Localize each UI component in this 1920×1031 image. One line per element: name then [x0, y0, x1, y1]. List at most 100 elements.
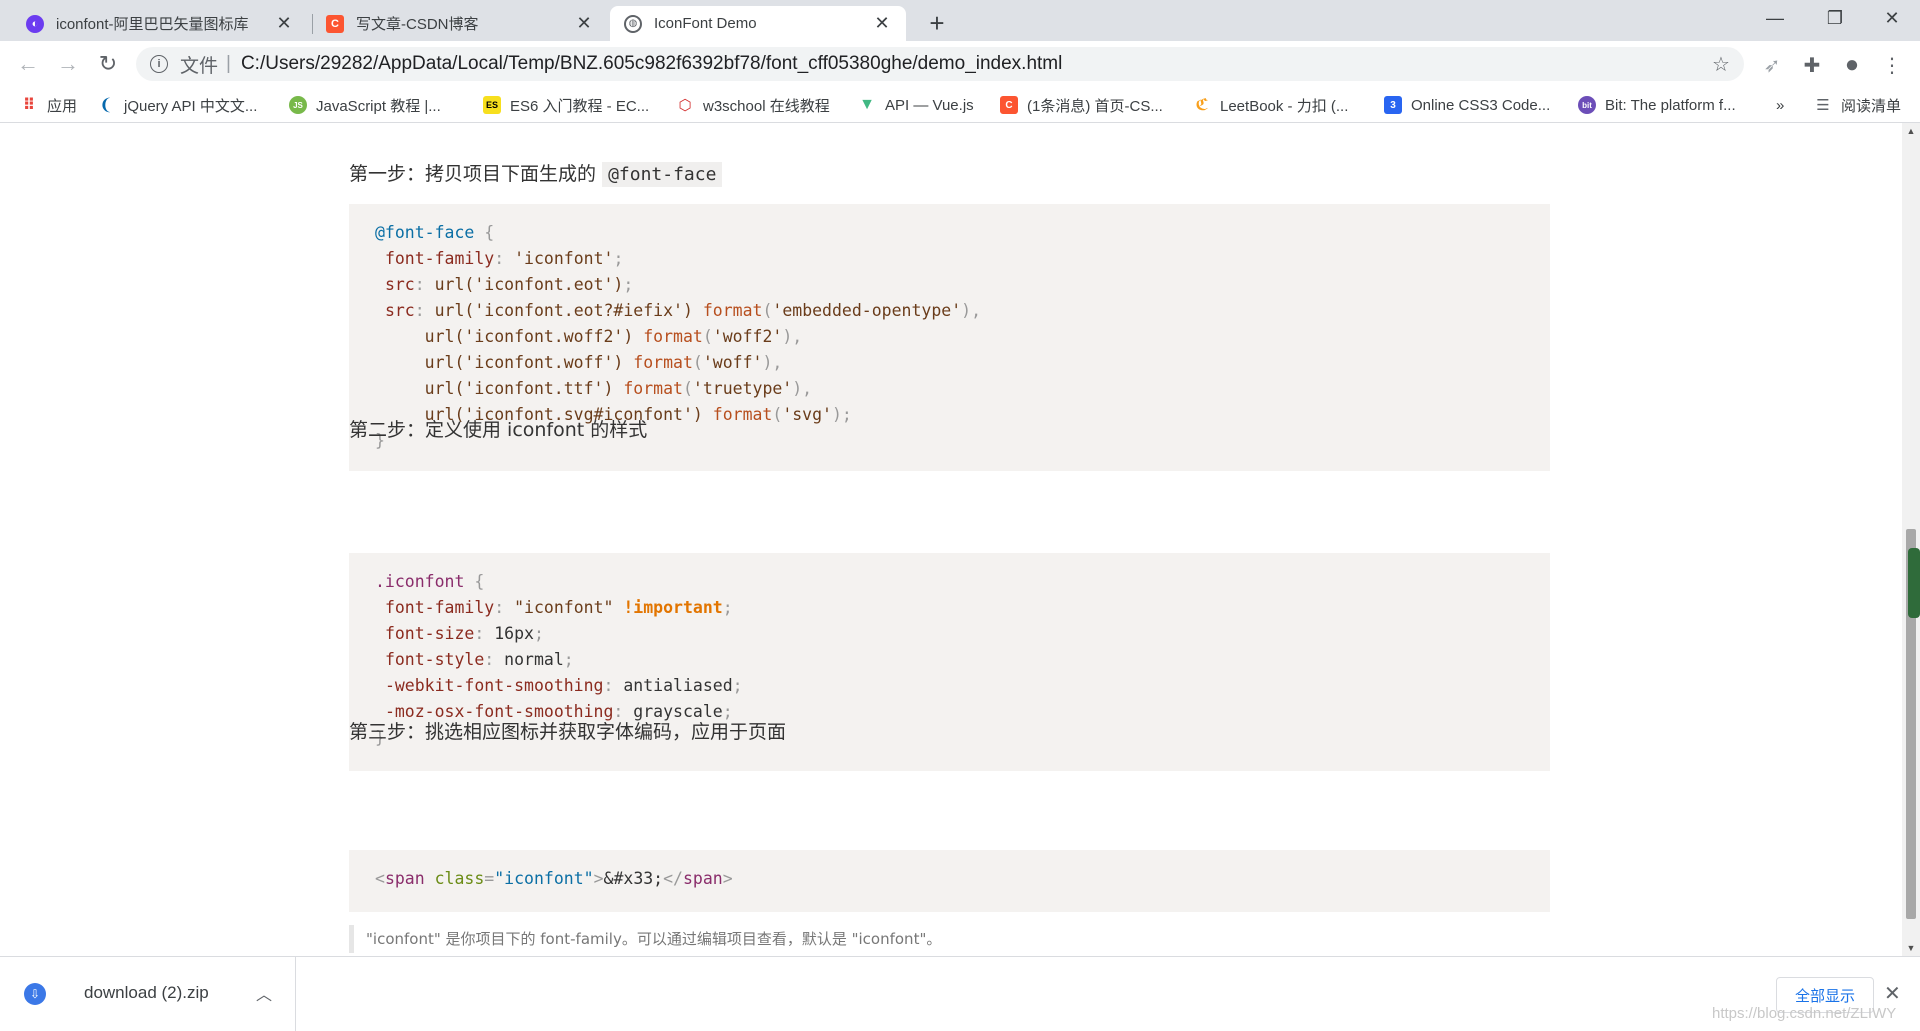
csdn-icon: C	[1000, 96, 1018, 114]
profile-avatar-icon[interactable]: ●	[1838, 51, 1866, 79]
code-token: format	[623, 379, 683, 398]
separator: |	[226, 53, 231, 74]
bookmark-label: Online CSS3 Code...	[1411, 96, 1551, 114]
code-token: !important	[623, 598, 723, 617]
bookmarks-bar: ⠿ 应用 ❨ jQuery API 中文文... JS JavaScript 教…	[0, 87, 1920, 123]
code-token: antialiased	[623, 676, 733, 695]
chevron-up-icon[interactable]: ︿	[256, 981, 272, 1005]
code-token: 'truetype'	[692, 379, 793, 398]
bookmark-jquery[interactable]: ❨ jQuery API 中文文...	[97, 94, 257, 116]
bookmark-css3[interactable]: 3 Online CSS3 Code...	[1384, 94, 1550, 116]
code-token: font-style	[384, 650, 485, 669]
apps-grid-icon: ⠿	[22, 97, 36, 114]
code-token: url('iconfont.eot')	[434, 275, 624, 294]
code-token: 16px	[494, 624, 534, 643]
watermark-text: https://blog.csdn.net/ZLIWY	[1712, 1005, 1897, 1022]
code-token: src	[384, 275, 415, 294]
bookmark-star-icon[interactable]: ☆	[1706, 52, 1736, 77]
bookmark-label: (1条消息) 首页-CS...	[1027, 97, 1163, 115]
step2-heading: 第二步：定义使用 iconfont 的样式	[349, 415, 647, 442]
bookmark-leetbook[interactable]: ℭ LeetBook - 力扣 (...	[1193, 94, 1348, 116]
bookmark-bit[interactable]: bit Bit: The platform f...	[1578, 94, 1736, 116]
menu-kebab-icon[interactable]: ⋮	[1878, 51, 1906, 79]
step2-text: 第二步：定义使用 iconfont 的样式	[349, 419, 648, 441]
close-icon[interactable]: ✕	[574, 13, 594, 34]
globe-icon: ◍	[624, 14, 642, 33]
code-token: font-size	[384, 624, 475, 643]
iconfont-logo-icon: ◐	[26, 14, 44, 33]
code-token: format	[643, 327, 703, 346]
code-token: 'embedded-opentype'	[772, 301, 962, 320]
reload-button[interactable]: ↻	[94, 50, 122, 78]
code-block-span-usage: <span class="iconfont">&#x33;</span>	[349, 850, 1550, 912]
download-item[interactable]: ⇩ download (2).zip ︿	[0, 957, 296, 1031]
code-token: url('iconfont.woff2')	[424, 327, 634, 346]
vertical-scrollbar[interactable]: ▲ ▼	[1902, 123, 1920, 956]
tab-csdn[interactable]: C 写文章-CSDN博客 ✕	[312, 6, 608, 41]
bookmark-label: 阅读清单	[1841, 97, 1902, 115]
code-token: format	[712, 405, 773, 424]
javascript-icon: JS	[289, 96, 307, 114]
bookmark-javascript[interactable]: JS JavaScript 教程 |...	[289, 94, 441, 116]
code-token: normal	[504, 650, 564, 669]
bookmark-w3school[interactable]: ⬡ w3school 在线教程	[676, 94, 830, 116]
bookmark-label: w3school 在线教程	[703, 97, 830, 115]
bookmark-es6[interactable]: ES ES6 入门教程 - EC...	[483, 94, 649, 116]
close-icon[interactable]: ✕	[1884, 981, 1901, 1006]
bookmark-label: JavaScript 教程 |...	[316, 97, 441, 115]
new-tab-button[interactable]: +	[922, 8, 952, 38]
bit-icon: bit	[1578, 96, 1596, 114]
code-token: src	[384, 301, 415, 320]
close-icon[interactable]: ✕	[872, 13, 892, 34]
vue-icon: ▼	[859, 96, 875, 113]
address-bar[interactable]: i 文件 | C:/Users/29282/AppData/Local/Temp…	[136, 47, 1744, 81]
bookmark-csdn[interactable]: C (1条消息) 首页-CS...	[1000, 94, 1163, 116]
close-window-button[interactable]: ✕	[1862, 0, 1920, 36]
close-icon[interactable]: ✕	[274, 13, 294, 34]
code-token: class	[434, 869, 485, 888]
code-token: format	[633, 353, 693, 372]
code-token: url('iconfont.woff')	[424, 353, 624, 372]
bookmark-label: ES6 入门教程 - EC...	[510, 97, 650, 115]
inline-code: @font-face	[602, 162, 723, 187]
download-shelf: ⇩ download (2).zip ︿ 全部显示 ✕	[0, 956, 1920, 1031]
code-token: @font-face	[375, 223, 475, 242]
w3school-icon: ⬡	[678, 97, 692, 114]
zip-file-icon: ⇩	[24, 983, 46, 1005]
bookmark-label: 应用	[47, 97, 78, 115]
scroll-down-arrow-icon[interactable]: ▼	[1902, 940, 1920, 956]
leetcode-icon: ℭ	[1195, 97, 1209, 114]
back-button[interactable]: ←	[14, 50, 42, 78]
code-token: 'woff'	[702, 353, 763, 372]
browser-toolbar: ← → ↻ i 文件 | C:/Users/29282/AppData/Loca…	[0, 41, 1920, 87]
bookmark-vue[interactable]: ▼ API — Vue.js	[858, 94, 974, 116]
info-icon[interactable]: i	[150, 55, 168, 73]
bookmark-apps[interactable]: ⠿ 应用	[20, 94, 77, 116]
bookmark-label: Bit: The platform f...	[1605, 96, 1736, 114]
forward-button[interactable]: →	[54, 50, 82, 78]
page-viewport: 第一步：拷贝项目下面生成的 @font-face @font-face { fo…	[0, 123, 1902, 956]
puzzle-extensions-icon[interactable]: ✚	[1798, 51, 1826, 79]
code-token: font-family	[384, 249, 495, 268]
minimize-button[interactable]: —	[1745, 0, 1805, 36]
code-token: url('iconfont.ttf')	[424, 379, 614, 398]
tab-iconfont[interactable]: ◐ iconfont-阿里巴巴矢量图标库 ✕	[12, 6, 308, 41]
tab-iconfont-demo[interactable]: ◍ IconFont Demo ✕	[610, 6, 906, 41]
code-token: "iconfont"	[494, 869, 594, 888]
url-text[interactable]: C:/Users/29282/AppData/Local/Temp/BNZ.60…	[241, 53, 1706, 75]
scroll-up-arrow-icon[interactable]: ▲	[1902, 123, 1920, 139]
reading-list-button[interactable]: ☰ 阅读清单	[1814, 94, 1901, 116]
bookmark-label: API — Vue.js	[885, 96, 974, 114]
code-token: 'woff2'	[712, 327, 783, 346]
overflow-chevron-icon: »	[1776, 96, 1785, 114]
extension-arrow-icon[interactable]: ➶	[1758, 51, 1786, 79]
code-token: .iconfont	[375, 572, 465, 591]
code-token: format	[702, 301, 763, 320]
reading-list-icon: ☰	[1816, 97, 1830, 114]
side-widget[interactable]	[1908, 548, 1920, 618]
code-token: url('iconfont.eot?#iefix')	[434, 301, 693, 320]
jquery-icon: ❨	[99, 97, 113, 114]
restore-button[interactable]: ❐	[1805, 0, 1865, 36]
step1-text: 第一步：拷贝项目下面生成的	[349, 163, 597, 185]
bookmarks-overflow-button[interactable]: »	[1776, 94, 1784, 116]
